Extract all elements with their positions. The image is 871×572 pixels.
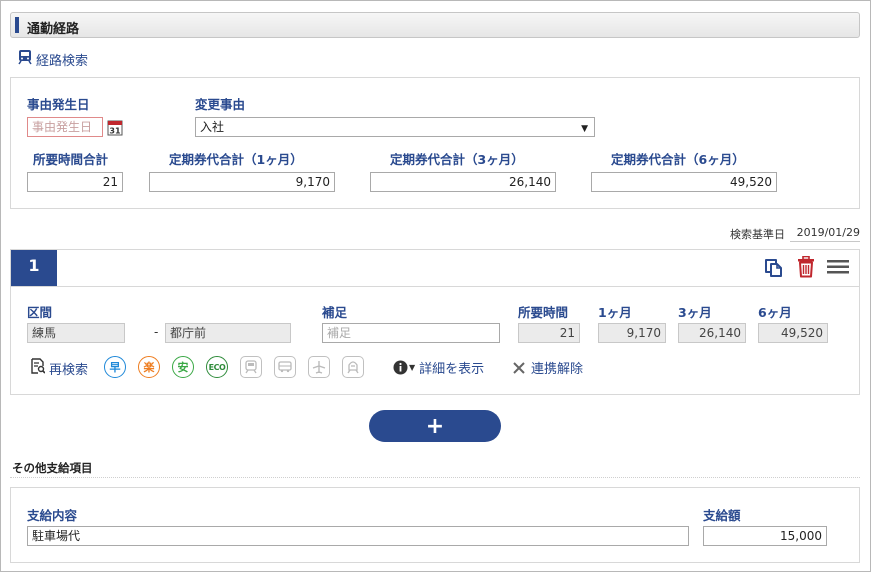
train-icon [18, 49, 36, 69]
copy-icon[interactable] [762, 256, 786, 278]
search-base-date-label: 検索基準日 [730, 228, 785, 241]
unlink-label: 連携解除 [531, 362, 584, 377]
section-header: 通勤経路 [10, 12, 860, 38]
cheap-route-button[interactable]: 安 [172, 356, 194, 378]
trash-icon[interactable] [795, 256, 817, 278]
route-search-label: 経路検索 [36, 53, 89, 69]
unlink-link[interactable]: 連携解除 [512, 358, 583, 377]
section-header-accent [15, 17, 19, 33]
change-reason-value: 入社 [200, 120, 225, 134]
route-6month-value: 49,520 [758, 323, 828, 343]
route-separator: - [154, 325, 159, 339]
document-search-icon [31, 358, 46, 378]
plus-icon: + [425, 413, 445, 439]
total-pass6-input[interactable]: 49,520 [591, 172, 777, 192]
airplane-filter-icon[interactable] [308, 356, 330, 378]
allowance-amount-label: 支給額 [703, 508, 741, 523]
event-panel: 事由発生日 事由発生日 31 変更事由 入社 ▼ 所要時間合計 21 定期券代合… [10, 77, 860, 209]
route-section-label: 区間 [27, 305, 53, 320]
add-route-button[interactable]: + [369, 410, 501, 442]
route-6month-label: 6ヶ月 [758, 305, 792, 320]
change-reason-select[interactable]: 入社 ▼ [195, 117, 595, 137]
show-detail-link[interactable]: ▼ 詳細を表示 [393, 358, 484, 377]
menu-icon[interactable] [826, 257, 850, 277]
route-to-input: 都庁前 [165, 323, 291, 343]
route-divider [11, 286, 859, 287]
total-pass1-label: 定期券代合計（1ヶ月） [169, 152, 303, 167]
eco-route-button[interactable]: ECO [206, 356, 228, 378]
route-3month-value: 26,140 [678, 323, 746, 343]
route-3month-label: 3ヶ月 [678, 305, 712, 320]
other-allowance-panel: 支給内容 駐車場代 支給額 15,000 [10, 487, 860, 563]
route-panel: 1 区間 練馬 - 都庁前 補足 補足 所要時間 21 1ヶ月 9,170 3ヶ… [10, 249, 860, 395]
allowance-content-label: 支給内容 [27, 508, 78, 523]
total-pass6-label: 定期券代合計（6ヶ月） [611, 152, 745, 167]
allowance-content-input[interactable]: 駐車場代 [27, 526, 689, 546]
show-detail-label: 詳細を表示 [419, 362, 485, 377]
train-filter-icon[interactable] [240, 356, 262, 378]
route-search-link[interactable]: 経路検索 [18, 49, 88, 69]
total-pass3-label: 定期券代合計（3ヶ月） [390, 152, 524, 167]
research-link[interactable]: 再検索 [31, 358, 88, 378]
chevron-down-icon: ▼ [581, 124, 588, 134]
total-pass1-input[interactable]: 9,170 [149, 172, 335, 192]
research-label: 再検索 [49, 362, 89, 378]
easy-route-button[interactable]: 楽 [138, 356, 160, 378]
total-pass3-input[interactable]: 26,140 [370, 172, 556, 192]
route-number: 1 [11, 250, 57, 286]
close-icon [512, 361, 526, 375]
page-title: 通勤経路 [27, 22, 80, 37]
other-allowance-title: その他支給項目 [12, 461, 93, 475]
svg-text:31: 31 [109, 126, 121, 135]
route-time-value: 21 [518, 323, 580, 343]
event-date-input[interactable]: 事由発生日 [27, 117, 103, 137]
bus-filter-icon[interactable] [274, 356, 296, 378]
route-from-input: 練馬 [27, 323, 125, 343]
route-1month-label: 1ヶ月 [598, 305, 632, 320]
info-icon: ▼ [393, 360, 415, 375]
shinkansen-filter-icon[interactable] [342, 356, 364, 378]
total-time-label: 所要時間合計 [33, 152, 109, 167]
change-reason-label: 変更事由 [195, 97, 246, 112]
allowance-amount-input[interactable]: 15,000 [703, 526, 827, 546]
route-time-label: 所要時間 [518, 305, 569, 320]
fast-route-button[interactable]: 早 [104, 356, 126, 378]
route-note-label: 補足 [322, 305, 348, 320]
other-allowance-divider [10, 477, 860, 478]
calendar-icon[interactable]: 31 [106, 117, 124, 137]
route-note-input[interactable]: 補足 [322, 323, 500, 343]
search-base-date-value[interactable]: 2019/01/29 [790, 222, 860, 242]
route-1month-value: 9,170 [598, 323, 666, 343]
dropdown-caret-icon: ▼ [409, 363, 416, 372]
event-date-label: 事由発生日 [27, 97, 90, 112]
total-time-input[interactable]: 21 [27, 172, 123, 192]
